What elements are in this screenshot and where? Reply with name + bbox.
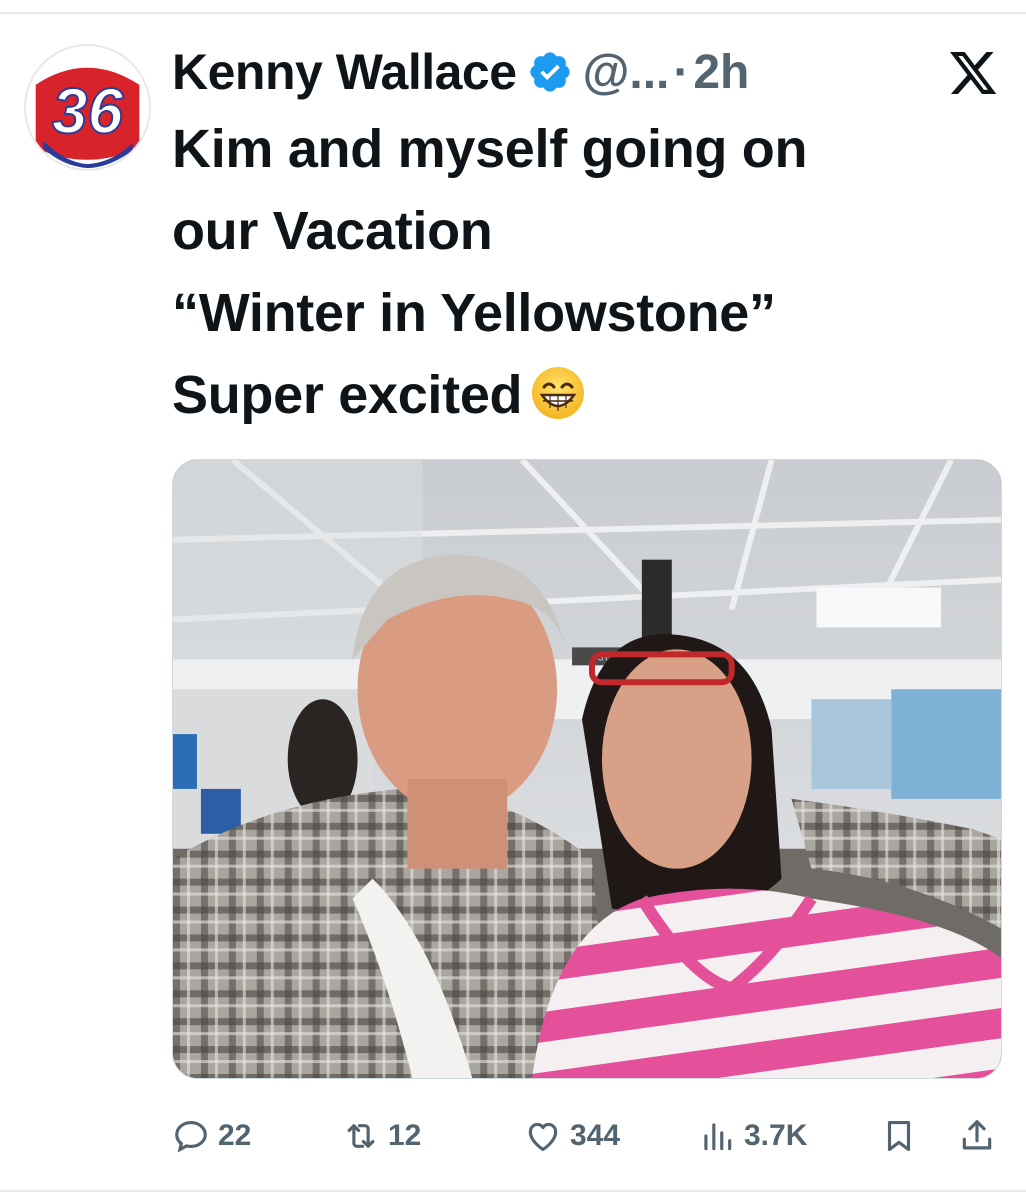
share-button[interactable] [958, 1110, 996, 1162]
verified-badge-icon [527, 49, 573, 95]
avatar[interactable]: 36 [24, 44, 151, 171]
reply-icon [175, 1120, 207, 1153]
top-divider [0, 12, 1026, 14]
like-button[interactable]: 344 [524, 1110, 620, 1162]
tweet-text-line: “Winter in Yellowstone” [172, 283, 776, 343]
views-icon [704, 1123, 732, 1151]
tweet-text-line: Kim and myself going on [172, 119, 808, 179]
tweet-header: Kenny Wallace @... · 2h [172, 40, 749, 104]
reply-count: 22 [218, 1119, 252, 1152]
tweet-text-line: Super excited [172, 354, 1012, 436]
avatar-logo-icon: 36 [26, 46, 149, 169]
tweet-text-line-content: Super excited [172, 365, 523, 425]
bookmark-icon [887, 1120, 911, 1152]
author-name[interactable]: Kenny Wallace [172, 43, 517, 101]
repost-icon [347, 1124, 375, 1148]
tweet-text-line: our Vacation [172, 201, 493, 261]
share-icon [962, 1120, 992, 1150]
like-count: 344 [570, 1119, 621, 1152]
bookmark-button[interactable] [880, 1110, 918, 1162]
reply-button[interactable]: 22 [172, 1110, 251, 1162]
tweet-timestamp[interactable]: 2h [693, 45, 749, 100]
repost-count: 12 [388, 1119, 422, 1152]
tweet-photo[interactable]: STAR ALLIANCE [172, 459, 1002, 1079]
tweet-actions: 22 12 344 3.7K [0, 1110, 1026, 1162]
grinning-face-emoji-icon [530, 365, 586, 421]
header-separator: · [673, 45, 690, 99]
bottom-divider [0, 1190, 1026, 1192]
views-count: 3.7K [744, 1119, 808, 1152]
like-icon [528, 1122, 558, 1152]
tweet-text: Kim and myself going on our Vacation “Wi… [172, 108, 1012, 436]
views-button[interactable]: 3.7K [698, 1110, 807, 1162]
x-logo-icon [950, 52, 998, 96]
repost-button[interactable]: 12 [342, 1110, 421, 1162]
author-handle[interactable]: @... [583, 45, 670, 100]
svg-text:36: 36 [52, 75, 124, 147]
